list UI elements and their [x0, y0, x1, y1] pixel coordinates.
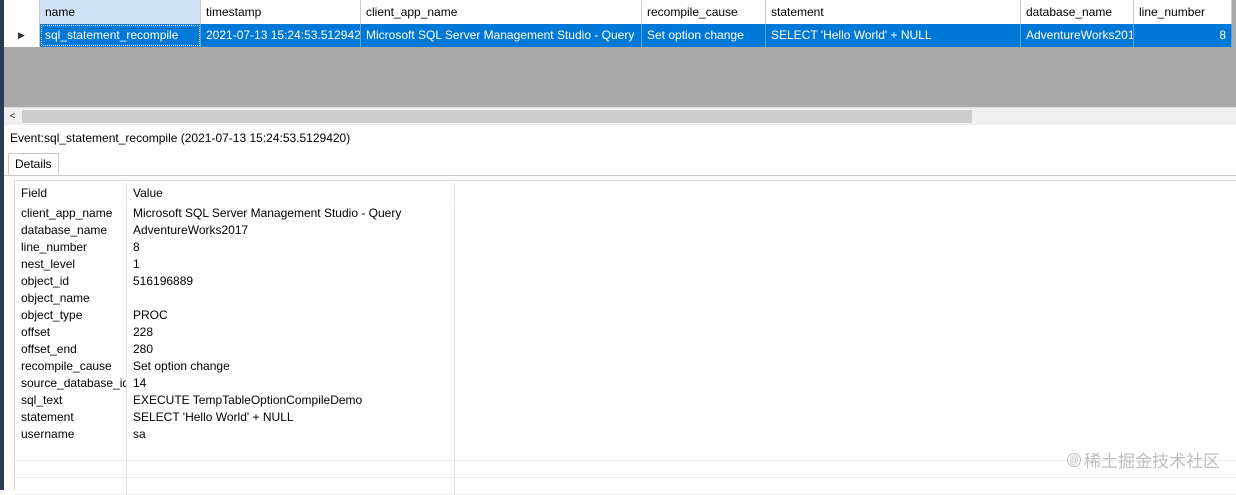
field-value: 516196889	[127, 273, 455, 290]
field-value: Set option change	[127, 358, 455, 375]
list-item[interactable]: client_app_name Microsoft SQL Server Mana…	[15, 205, 1236, 222]
cell-name[interactable]: sql_statement_recompile	[40, 24, 201, 47]
empty-row	[15, 443, 1236, 461]
watermark: @ 稀土掘金技术社区	[1067, 447, 1220, 472]
cell-recompile-cause[interactable]: Set option change	[642, 24, 766, 47]
row-filler	[455, 307, 1236, 324]
row-filler	[455, 426, 1236, 443]
empty-cell	[127, 443, 455, 460]
row-indicator-icon[interactable]: ▶	[4, 24, 40, 47]
list-item[interactable]: sql_text EXECUTE TempTableOptionCompileDe…	[15, 392, 1236, 409]
list-item[interactable]: recompile_cause Set option change	[15, 358, 1236, 375]
row-filler	[455, 358, 1236, 375]
list-item[interactable]: statement SELECT 'Hello World' + NULL	[15, 409, 1236, 426]
column-header-database-name[interactable]: database_name	[1021, 0, 1134, 24]
tab-details[interactable]: Details	[8, 153, 59, 175]
field-name: username	[15, 426, 127, 443]
field-value: sa	[127, 426, 455, 443]
field-value: AdventureWorks2017	[127, 222, 455, 239]
scrollbar-thumb[interactable]	[22, 110, 972, 123]
details-table: Field Value client_app_name Microsoft SQL…	[14, 180, 1236, 495]
field-value: Microsoft SQL Server Management Studio -…	[127, 205, 455, 222]
empty-column-header	[455, 183, 1236, 203]
row-filler	[455, 341, 1236, 358]
list-item[interactable]: offset 228	[15, 324, 1236, 341]
field-value: EXECUTE TempTableOptionCompileDemo	[127, 392, 455, 409]
empty-cell	[15, 443, 127, 460]
row-filler	[455, 375, 1236, 392]
column-header-recompile-cause[interactable]: recompile_cause	[642, 0, 766, 24]
field-value: 8	[127, 239, 455, 256]
row-filler	[455, 290, 1236, 307]
field-name: recompile_cause	[15, 358, 127, 375]
cell-database-name[interactable]: AdventureWorks2017	[1021, 24, 1134, 47]
row-filler	[455, 392, 1236, 409]
list-item[interactable]: username sa	[15, 426, 1236, 443]
grid-header: name timestamp client_app_name recompile…	[4, 0, 1232, 25]
field-value: 280	[127, 341, 455, 358]
column-header-client-app-name[interactable]: client_app_name	[361, 0, 642, 24]
field-name: statement	[15, 409, 127, 426]
list-item[interactable]: nest_level 1	[15, 256, 1236, 273]
list-item[interactable]: object_name	[15, 290, 1236, 307]
cell-statement[interactable]: SELECT 'Hello World' + NULL	[766, 24, 1021, 47]
watermark-logo-icon: @	[1067, 452, 1081, 467]
events-grid: name timestamp client_app_name recompile…	[4, 0, 1236, 107]
field-column-header[interactable]: Field	[15, 183, 127, 203]
column-header-name[interactable]: name	[40, 0, 201, 24]
empty-cell	[455, 477, 1236, 494]
field-value	[127, 290, 455, 307]
field-value: SELECT 'Hello World' + NULL	[127, 409, 455, 426]
field-name: offset_end	[15, 341, 127, 358]
scroll-left-arrow-icon[interactable]: <	[4, 108, 21, 125]
cell-timestamp[interactable]: 2021-07-13 15:24:53.5129420	[201, 24, 361, 47]
row-filler	[455, 273, 1236, 290]
row-filler	[455, 239, 1236, 256]
empty-cell	[15, 477, 127, 494]
field-name: source_database_id	[15, 375, 127, 392]
row-filler	[455, 324, 1236, 341]
list-item[interactable]: line_number 8	[15, 239, 1236, 256]
field-name: object_id	[15, 273, 127, 290]
column-header-statement[interactable]: statement	[766, 0, 1021, 24]
field-value: 14	[127, 375, 455, 392]
details-header-row: Field Value	[15, 183, 1236, 203]
field-value: 1	[127, 256, 455, 273]
field-name: nest_level	[15, 256, 127, 273]
event-title: Event:sql_statement_recompile (2021-07-1…	[10, 131, 351, 145]
list-item[interactable]: offset_end 280	[15, 341, 1236, 358]
field-name: line_number	[15, 239, 127, 256]
details-tabstrip: Details	[4, 153, 1236, 176]
cell-line-number[interactable]: 8	[1134, 24, 1232, 47]
list-item[interactable]: database_name AdventureWorks2017	[15, 222, 1236, 239]
watermark-text: 稀土掘金技术社区	[1084, 452, 1220, 471]
list-item[interactable]: object_id 516196889	[15, 273, 1236, 290]
field-name: client_app_name	[15, 205, 127, 222]
row-filler	[455, 205, 1236, 222]
field-value: 228	[127, 324, 455, 341]
field-name: object_type	[15, 307, 127, 324]
horizontal-scrollbar[interactable]: <	[4, 107, 1236, 125]
cell-client-app-name[interactable]: Microsoft SQL Server Management Studio -…	[361, 24, 642, 47]
list-item[interactable]: object_type PROC	[15, 307, 1236, 324]
field-name: sql_text	[15, 392, 127, 409]
field-value: PROC	[127, 307, 455, 324]
column-header-timestamp[interactable]: timestamp	[201, 0, 361, 24]
empty-cell	[127, 477, 455, 494]
row-filler	[455, 256, 1236, 273]
empty-cell	[15, 460, 127, 477]
value-column-header[interactable]: Value	[127, 183, 455, 203]
table-row-selected[interactable]: ▶ sql_statement_recompile 2021-07-13 15:…	[4, 24, 1232, 47]
empty-row	[15, 477, 1236, 495]
field-name: database_name	[15, 222, 127, 239]
list-item[interactable]: source_database_id 14	[15, 375, 1236, 392]
row-indicator-header	[4, 0, 40, 24]
column-header-line-number[interactable]: line_number	[1134, 0, 1232, 24]
empty-row	[15, 460, 1236, 478]
row-filler	[455, 409, 1236, 426]
empty-cell	[127, 460, 455, 477]
field-name: object_name	[15, 290, 127, 307]
field-name: offset	[15, 324, 127, 341]
row-filler	[455, 222, 1236, 239]
